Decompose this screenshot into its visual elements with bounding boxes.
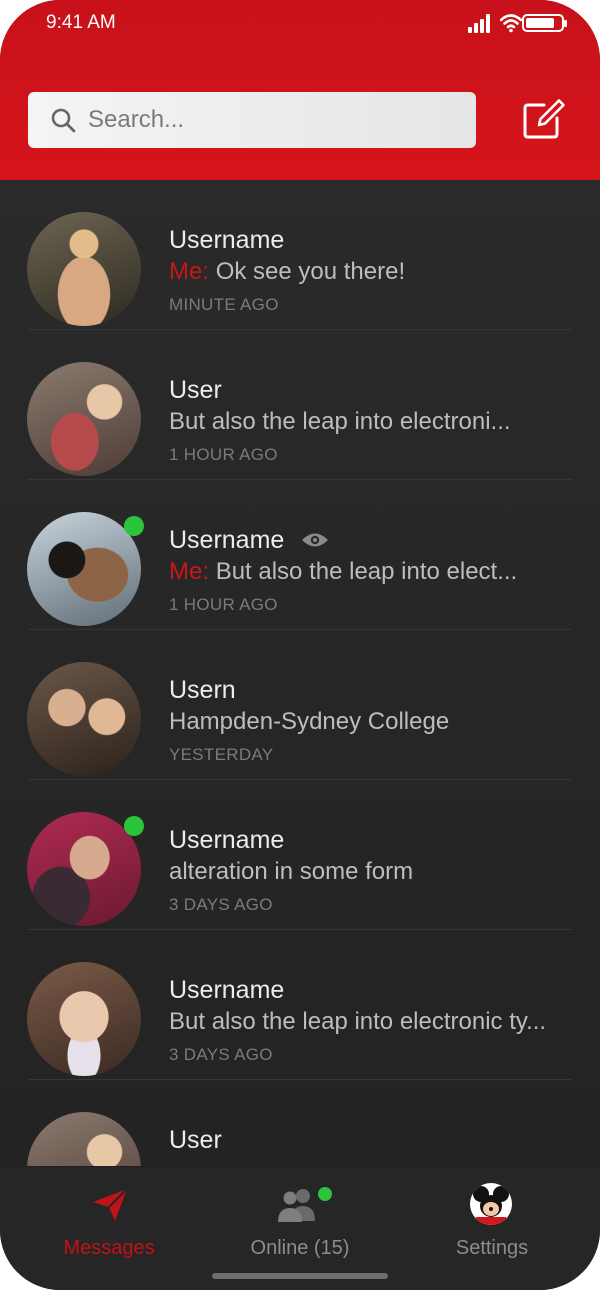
eye-icon xyxy=(302,533,328,547)
conversation-time: 3 DAYS AGO xyxy=(169,1045,273,1064)
paper-plane-icon xyxy=(93,1188,128,1221)
cellular-signal-icon xyxy=(468,13,494,33)
message-text: alteration in some form xyxy=(169,858,414,885)
compose-icon[interactable] xyxy=(520,96,566,142)
message-text: Hampden-Sydney College xyxy=(169,708,450,735)
me-prefix: Me: xyxy=(169,258,210,285)
conversation-username: Username xyxy=(169,526,285,554)
tab-label: Settings xyxy=(455,1237,529,1259)
conversation-row[interactable]: Username alteration in some form 3 DAYS … xyxy=(0,780,600,930)
tab-online[interactable]: Online (15) xyxy=(200,1167,400,1277)
conversation-message: Me: But also the leap into elect... xyxy=(169,558,517,586)
tab-messages[interactable]: Messages xyxy=(9,1167,209,1277)
tab-label: Messages xyxy=(63,1237,155,1259)
conversation-row[interactable]: User But also the leap into electroni...… xyxy=(0,330,600,480)
conversation-row[interactable]: User xyxy=(0,1080,600,1166)
online-indicator xyxy=(124,516,144,536)
conversation-username: User xyxy=(169,1126,222,1154)
phone-screen: 9:41 AM Search... Username Me: Ok see yo… xyxy=(0,0,600,1290)
conversation-username: Username xyxy=(169,976,285,1004)
online-indicator xyxy=(124,816,144,836)
conversation-username: Username xyxy=(169,226,285,254)
conversation-time: 1 HOUR AGO xyxy=(169,595,278,614)
conversation-message: alteration in some form xyxy=(169,858,413,886)
message-text: But also the leap into electronic ty... xyxy=(169,1008,547,1035)
conversation-time: MINUTE AGO xyxy=(169,295,279,314)
message-text: But also the leap into elect... xyxy=(215,558,518,585)
search-icon xyxy=(51,108,76,133)
me-prefix: Me: xyxy=(169,558,210,585)
conversation-row[interactable]: Username But also the leap into electron… xyxy=(0,930,600,1080)
conversation-row[interactable]: Username Me: Ok see you there! MINUTE AG… xyxy=(0,180,600,330)
search-input[interactable] xyxy=(88,102,458,138)
home-indicator xyxy=(212,1273,388,1279)
app-header: 9:41 AM xyxy=(0,0,600,180)
tab-label: Online (15) xyxy=(250,1237,350,1259)
avatar xyxy=(27,662,141,776)
conversation-username: User xyxy=(169,376,222,404)
battery-icon xyxy=(522,14,567,32)
conversation-message: But also the leap into electronic ty... xyxy=(169,1008,546,1036)
conversation-row[interactable]: Usern Hampden-Sydney College YESTERDAY xyxy=(0,630,600,780)
search-bar[interactable] xyxy=(28,92,476,148)
online-indicator xyxy=(318,1187,332,1201)
avatar xyxy=(27,1112,141,1166)
conversation-username: Username xyxy=(169,826,285,854)
conversation-time: 3 DAYS AGO xyxy=(169,895,273,914)
conversation-message: Hampden-Sydney College xyxy=(169,708,449,736)
avatar xyxy=(27,212,141,326)
users-icon xyxy=(278,1189,315,1222)
message-text: Ok see you there! xyxy=(215,258,406,285)
conversation-username: Usern xyxy=(169,676,236,704)
tab-settings[interactable]: Settings xyxy=(392,1167,592,1277)
conversation-list[interactable]: Username Me: Ok see you there! MINUTE AG… xyxy=(0,180,600,1166)
status-time: 9:41 AM xyxy=(46,12,116,33)
wifi-icon xyxy=(500,14,522,33)
avatar xyxy=(27,362,141,476)
status-icons xyxy=(434,13,567,33)
tab-bar: Messages Online (15) Settings xyxy=(0,1166,600,1290)
conversation-message: Me: Ok see you there! xyxy=(169,258,405,286)
message-text: But also the leap into electroni... xyxy=(169,408,511,435)
avatar xyxy=(27,962,141,1076)
conversation-message: But also the leap into electroni... xyxy=(169,408,511,436)
conversation-row[interactable]: Username Me: But also the leap into elec… xyxy=(0,480,600,630)
profile-avatar-icon xyxy=(470,1183,512,1225)
conversation-time: 1 HOUR AGO xyxy=(169,445,278,464)
conversation-time: YESTERDAY xyxy=(169,745,274,764)
